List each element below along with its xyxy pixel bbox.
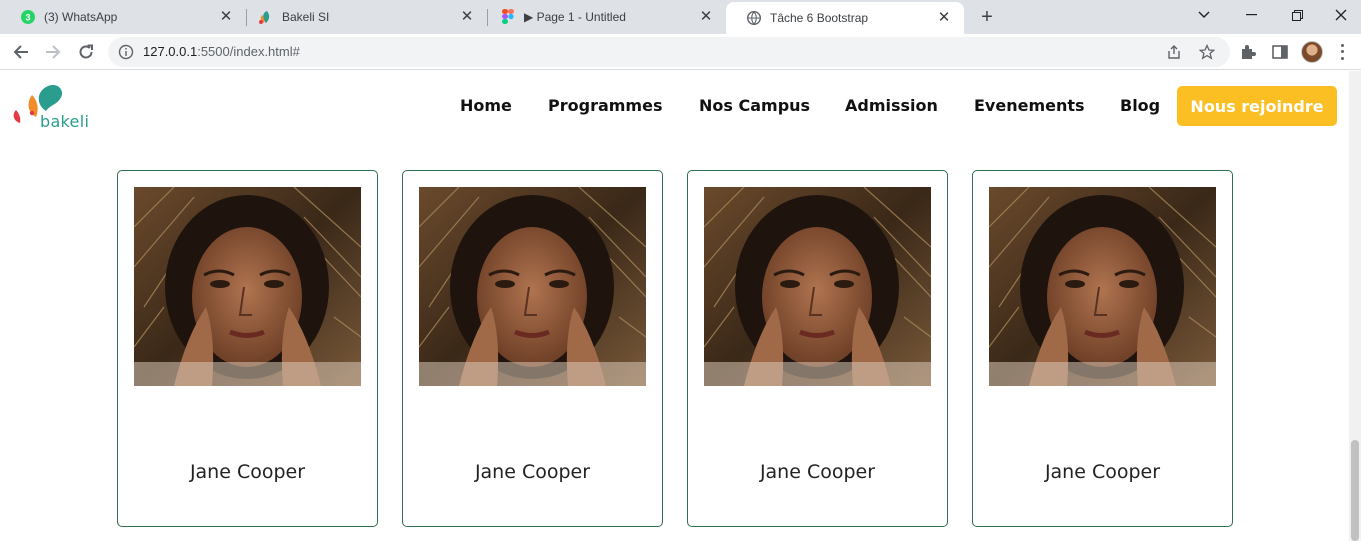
profile-photo — [419, 187, 646, 386]
nav-programmes[interactable]: Programmes — [548, 96, 662, 115]
minimize-icon[interactable] — [1228, 0, 1274, 30]
team-card: Jane Cooper — [687, 170, 948, 527]
tab-title: Bakeli SI — [282, 10, 330, 24]
team-card: Jane Cooper — [972, 170, 1233, 527]
card-name: Jane Cooper — [189, 461, 306, 483]
globe-icon — [746, 10, 762, 26]
tab-tache-6-bootstrap[interactable]: Tâche 6 Bootstrap ✕ — [726, 2, 964, 34]
more-menu-icon[interactable] — [1337, 42, 1347, 62]
svg-text:3: 3 — [25, 13, 30, 23]
scrollbar-thumb[interactable] — [1351, 440, 1359, 541]
profile-avatar[interactable] — [1301, 41, 1323, 63]
share-icon[interactable] — [1166, 44, 1182, 60]
card-name: Jane Cooper — [474, 461, 591, 483]
portrait-image — [704, 187, 931, 386]
reload-icon[interactable] — [72, 38, 100, 66]
page-viewport: bakeli Home Programmes Nos Campus Admiss… — [0, 71, 1349, 541]
tab-bakeli-si[interactable]: Bakeli SI ✕ — [238, 0, 487, 34]
portrait-image — [989, 187, 1216, 386]
tab-whatsapp[interactable]: 3 (3) WhatsApp ✕ — [0, 0, 246, 34]
card-name: Jane Cooper — [759, 461, 876, 483]
restore-icon[interactable] — [1274, 0, 1320, 30]
browser-tab-strip: 3 (3) WhatsApp ✕ Bakeli SI ✕ ▶ Page 1 - … — [0, 0, 1361, 34]
nav-evenements[interactable]: Evenements — [974, 96, 1085, 115]
nav-home[interactable]: Home — [460, 96, 512, 115]
tab-title: ▶ Page 1 - Untitled — [524, 10, 626, 24]
nous-rejoindre-button[interactable]: Nous rejoindre — [1177, 86, 1337, 126]
nav-admission[interactable]: Admission — [845, 96, 938, 115]
profile-photo — [989, 187, 1216, 386]
team-card: Jane Cooper — [402, 170, 663, 527]
close-icon[interactable]: ✕ — [936, 10, 952, 26]
address-bar[interactable]: 127.0.0.1:5500/index.html# — [108, 37, 1230, 67]
tab-figma[interactable]: ▶ Page 1 - Untitled ✕ — [480, 0, 726, 34]
close-window-icon[interactable] — [1318, 0, 1361, 30]
side-panel-icon[interactable] — [1271, 43, 1289, 61]
extensions-puzzle-icon[interactable] — [1239, 43, 1257, 61]
tab-search-chevron-down-icon[interactable] — [1181, 0, 1227, 30]
tab-title: Tâche 6 Bootstrap — [770, 11, 869, 25]
site-info-icon[interactable] — [118, 44, 134, 60]
tab-title: (3) WhatsApp — [44, 10, 118, 24]
browser-toolbar: 127.0.0.1:5500/index.html# — [0, 34, 1361, 70]
new-tab-plus-icon[interactable]: + — [977, 7, 997, 27]
profile-photo — [134, 187, 361, 386]
url-host: 127.0.0.1 — [143, 44, 198, 59]
nav-blog[interactable]: Blog — [1120, 96, 1160, 115]
card-name: Jane Cooper — [1044, 461, 1161, 483]
forward-arrow-icon[interactable] — [39, 38, 67, 66]
nav-nos-campus[interactable]: Nos Campus — [699, 96, 810, 115]
close-icon[interactable]: ✕ — [698, 9, 714, 25]
url-text[interactable]: 127.0.0.1:5500/index.html# — [143, 37, 300, 67]
portrait-image — [134, 187, 361, 386]
close-icon[interactable]: ✕ — [218, 9, 234, 25]
whatsapp-icon: 3 — [20, 9, 36, 25]
close-icon[interactable]: ✕ — [459, 9, 475, 25]
bookmark-star-icon[interactable] — [1198, 43, 1216, 60]
bakeli-logo[interactable]: bakeli — [10, 83, 100, 133]
bakeli-icon — [258, 9, 274, 25]
page-scrollbar[interactable] — [1349, 71, 1361, 541]
logo-wordmark: bakeli — [40, 112, 90, 131]
back-arrow-icon[interactable] — [7, 38, 35, 66]
team-card: Jane Cooper — [117, 170, 378, 527]
figma-icon — [500, 9, 516, 25]
profile-photo — [704, 187, 931, 386]
portrait-image — [419, 187, 646, 386]
url-path: :5500/index.html# — [197, 44, 300, 59]
